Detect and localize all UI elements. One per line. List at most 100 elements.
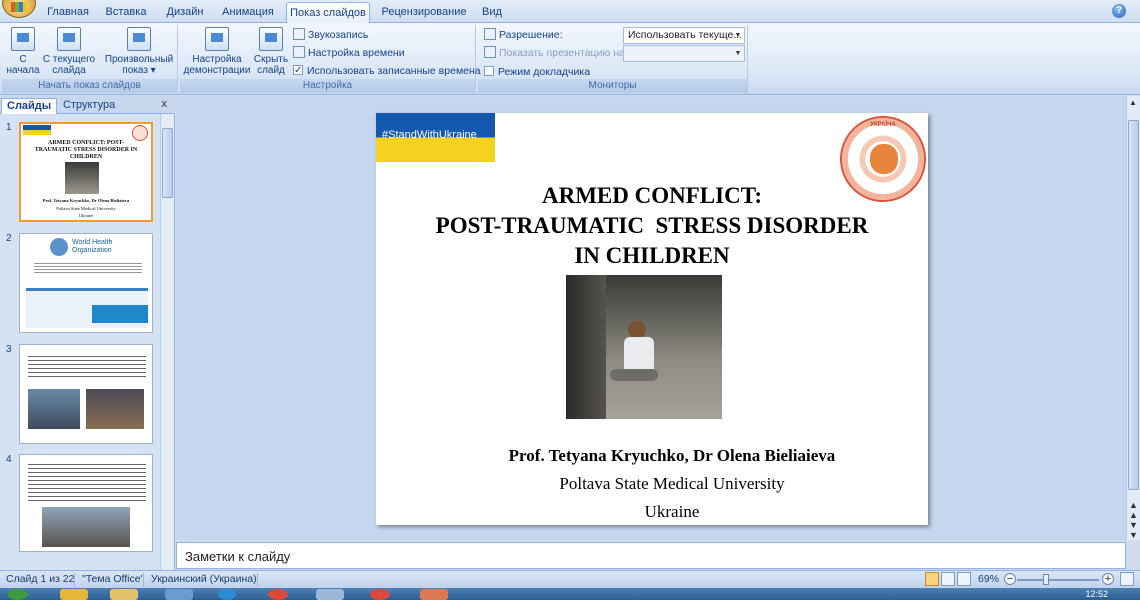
thumbnail-number: 4 bbox=[6, 454, 12, 465]
thumbnail-slide-3[interactable] bbox=[19, 344, 153, 444]
slide-university[interactable]: Poltava State Medical University bbox=[376, 474, 928, 494]
fit-to-window-icon[interactable] bbox=[1120, 572, 1134, 586]
seal-icon bbox=[132, 125, 148, 141]
app-icon[interactable] bbox=[316, 589, 344, 600]
thumbnail-slide-2[interactable]: World Health Organization bbox=[19, 233, 153, 333]
thumbnail-screenshot bbox=[26, 288, 148, 328]
tab-view[interactable]: Вид bbox=[478, 2, 506, 23]
tab-review[interactable]: Рецензирование bbox=[378, 2, 470, 23]
chrome-icon[interactable] bbox=[370, 589, 390, 600]
use-timings-checkbox[interactable]: Использовать записанные времена bbox=[293, 63, 481, 79]
clock-icon bbox=[293, 46, 305, 58]
normal-view-icon[interactable] bbox=[925, 572, 939, 586]
powerpoint-icon[interactable] bbox=[420, 589, 448, 600]
slide-sorter-view-icon[interactable] bbox=[941, 572, 955, 586]
zoom-out-icon[interactable]: − bbox=[1004, 573, 1016, 585]
custom-show-line2: показ ▾ bbox=[122, 65, 156, 76]
use-timings-label: Использовать записанные времена bbox=[307, 65, 481, 77]
stand-with-ukraine-banner: #StandWithUkraine bbox=[376, 113, 495, 162]
from-beginning-line2: начала bbox=[6, 65, 40, 76]
app-icon[interactable] bbox=[165, 589, 193, 600]
show-on-label-row: Показать презентацию на: bbox=[484, 45, 628, 61]
tab-slides[interactable]: Слайды bbox=[1, 98, 58, 114]
custom-show-line1: Произвольный bbox=[104, 54, 174, 65]
close-icon[interactable]: x bbox=[162, 98, 168, 110]
use-timings-check-icon bbox=[293, 63, 303, 79]
tab-design[interactable]: Дизайн bbox=[160, 2, 210, 23]
slide-country[interactable]: Ukraine bbox=[376, 502, 928, 522]
tab-insert[interactable]: Вставка bbox=[102, 2, 150, 23]
hide-slide-line1: Скрыть bbox=[253, 54, 289, 65]
zoom-in-icon[interactable]: + bbox=[1102, 573, 1114, 585]
app-icon[interactable] bbox=[218, 589, 236, 600]
custom-show-button[interactable]: Произвольный показ ▾ bbox=[102, 27, 176, 76]
photo-wall bbox=[566, 275, 606, 419]
scroll-up-icon[interactable]: ▲ bbox=[1129, 98, 1137, 107]
current-slide[interactable]: #StandWithUkraine УКРАЇНА ARMED CONFLICT… bbox=[376, 113, 928, 525]
child-photo[interactable] bbox=[566, 275, 722, 419]
windows-taskbar: 12:52 bbox=[0, 588, 1140, 600]
explorer-icon[interactable] bbox=[110, 589, 138, 600]
editor-scrollbar[interactable]: ▲ ▲ ▲ ▼ ▼ bbox=[1126, 96, 1140, 540]
resolution-select[interactable]: Использовать текуще... ▼ bbox=[623, 27, 745, 44]
thumbnail-slide-4[interactable] bbox=[19, 454, 153, 552]
record-narration-label: Звукозапись bbox=[308, 29, 369, 41]
thumbnail-number: 1 bbox=[6, 122, 12, 133]
rehearse-timings-label: Настройка времени bbox=[308, 47, 405, 59]
tab-home[interactable]: Главная bbox=[44, 2, 92, 23]
group-label-setup: Настройка bbox=[180, 79, 475, 93]
group-label-start: Начать показ слайдов bbox=[2, 79, 177, 93]
title-line-1: ARMED CONFLICT: bbox=[542, 183, 762, 208]
thumbnail-country: Ukraine bbox=[78, 213, 94, 218]
thumbnail-number: 3 bbox=[6, 344, 12, 355]
thumbnail-photo bbox=[65, 162, 99, 194]
microphone-icon bbox=[293, 28, 305, 40]
play-from-start-icon bbox=[11, 27, 35, 51]
page-nav-icon[interactable]: ▲ ▲ ▼ ▼ bbox=[1129, 500, 1138, 540]
thumbnail-text-lines bbox=[28, 461, 146, 501]
record-narration-button[interactable]: Звукозапись bbox=[293, 27, 368, 43]
thumbnail-authors: Prof. Tetyana Kryuchko, Dr Olena Bieliai… bbox=[42, 198, 130, 203]
status-bar: Слайд 1 из 22 "Тема Office" Украинский (… bbox=[0, 570, 1140, 588]
who-logo-icon bbox=[50, 238, 68, 256]
from-current-slide-button[interactable]: С текущего слайда bbox=[42, 27, 96, 76]
slide-title[interactable]: ARMED CONFLICT: POST-TRAUMATIC STRESS DI… bbox=[376, 181, 928, 271]
notes-pane[interactable]: Заметки к слайду bbox=[176, 542, 1126, 569]
presenter-check-icon bbox=[484, 66, 494, 76]
scrollbar-thumb[interactable] bbox=[162, 128, 173, 198]
language-indicator[interactable]: Украинский (Украина) bbox=[151, 573, 257, 585]
slide-counter: Слайд 1 из 22 bbox=[6, 573, 75, 585]
thumbnail-slide-1[interactable]: ARMED CONFLICT: POST-TRAUMATIC STRESS DI… bbox=[19, 122, 153, 222]
presenter-view-checkbox[interactable]: Режим докладчика bbox=[484, 64, 590, 80]
thumbnail-photo bbox=[28, 389, 80, 429]
setup-show-line1: Настройка bbox=[192, 54, 242, 65]
resolution-label: Разрешение: bbox=[499, 29, 563, 41]
help-icon[interactable]: ? bbox=[1112, 4, 1126, 18]
tab-animation[interactable]: Анимация bbox=[218, 2, 278, 23]
setup-show-button[interactable]: Настройка демонстрации bbox=[182, 27, 252, 76]
from-beginning-button[interactable]: С начала bbox=[6, 27, 40, 76]
chrome-icon[interactable] bbox=[268, 589, 288, 600]
slideshow-view-icon[interactable] bbox=[957, 572, 971, 586]
tab-outline[interactable]: Структура bbox=[58, 98, 120, 114]
zoom-slider[interactable] bbox=[1017, 579, 1099, 581]
chevron-down-icon: ▼ bbox=[734, 50, 742, 57]
status-divider bbox=[143, 573, 144, 587]
thumbnail-photo bbox=[42, 507, 130, 547]
ie-icon[interactable] bbox=[60, 589, 88, 600]
office-button[interactable] bbox=[2, 0, 36, 18]
resolution-value: Использовать текуще... bbox=[628, 29, 743, 41]
tab-slideshow[interactable]: Показ слайдов bbox=[286, 2, 370, 24]
thumbnail-univ: Poltava State Medical University bbox=[56, 206, 116, 211]
slides-pane-scrollbar[interactable] bbox=[160, 114, 174, 570]
zoom-slider-handle[interactable] bbox=[1043, 574, 1049, 585]
scrollbar-thumb[interactable] bbox=[1128, 120, 1139, 490]
pane-tabs: Слайды Структура x bbox=[0, 96, 175, 114]
chevron-down-icon: ▼ bbox=[734, 32, 742, 39]
start-icon[interactable] bbox=[8, 589, 28, 600]
hide-slide-button[interactable]: Скрыть слайд bbox=[252, 27, 290, 76]
slide-authors[interactable]: Prof. Tetyana Kryuchko, Dr Olena Bieliai… bbox=[376, 446, 928, 466]
show-on-select[interactable]: ▼ bbox=[623, 45, 745, 62]
zoom-level[interactable]: 69% bbox=[978, 573, 999, 585]
rehearse-timings-button[interactable]: Настройка времени bbox=[293, 45, 405, 61]
